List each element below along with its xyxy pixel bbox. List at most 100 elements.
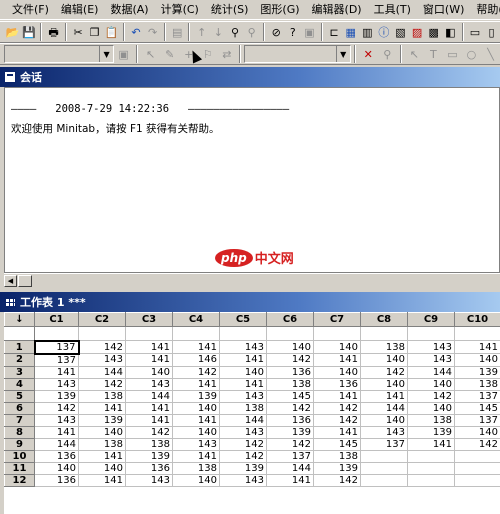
- data-cell[interactable]: 137: [266, 449, 314, 463]
- move-down-icon[interactable]: ↓: [211, 23, 226, 41]
- menu-item-5[interactable]: 图形(G): [254, 0, 305, 20]
- row-header[interactable]: 8: [4, 425, 35, 439]
- cancel-icon[interactable]: ⊘: [269, 23, 284, 41]
- data-cell[interactable]: 142: [34, 401, 79, 415]
- column-header[interactable]: C5: [219, 312, 267, 327]
- data-cell[interactable]: 142: [172, 365, 220, 379]
- menu-item-2[interactable]: 数据(A): [104, 0, 154, 20]
- data-cell[interactable]: 141: [125, 353, 173, 367]
- column-name-cell[interactable]: [266, 326, 314, 341]
- properties-icon[interactable]: ▣: [115, 45, 132, 63]
- column-name-cell[interactable]: [407, 326, 455, 341]
- help-icon[interactable]: ?: [286, 23, 301, 41]
- data-cell[interactable]: 142: [313, 473, 361, 487]
- data-cell[interactable]: [454, 449, 500, 463]
- data-cell[interactable]: 143: [219, 340, 267, 354]
- data-cell[interactable]: 141: [454, 340, 500, 354]
- column-header[interactable]: C4: [172, 312, 220, 327]
- cube-icon[interactable]: ▣: [302, 23, 317, 41]
- corner-cell[interactable]: ↓: [4, 312, 35, 327]
- menu-item-0[interactable]: 文件(F): [8, 0, 55, 20]
- data-cell[interactable]: 141: [78, 449, 126, 463]
- row-header[interactable]: 12: [4, 473, 35, 487]
- data-cell[interactable]: 140: [360, 377, 408, 391]
- scroll-left-icon[interactable]: ◀: [4, 275, 17, 287]
- data-cell[interactable]: 136: [34, 449, 79, 463]
- column-header[interactable]: C9: [407, 312, 455, 327]
- row-header[interactable]: [4, 326, 35, 341]
- data-cell[interactable]: 139: [266, 425, 314, 439]
- column-name-cell[interactable]: [125, 326, 173, 341]
- data-cell[interactable]: 142: [454, 437, 500, 451]
- data-cell[interactable]: 137: [34, 353, 79, 367]
- menu-item-6[interactable]: 编辑器(D): [306, 0, 368, 20]
- data-cell[interactable]: [454, 461, 500, 475]
- data-cell[interactable]: 140: [172, 473, 220, 487]
- new-worksheet-icon[interactable]: ▭: [468, 23, 483, 41]
- data-cell[interactable]: 137: [33, 339, 80, 355]
- column-name-cell[interactable]: [313, 326, 361, 341]
- data-cell[interactable]: 139: [454, 365, 500, 379]
- data-cell[interactable]: 140: [407, 377, 455, 391]
- data-cell[interactable]: [407, 473, 455, 487]
- edit-last-dialog-icon[interactable]: ▤: [170, 23, 185, 41]
- data-cell[interactable]: [454, 473, 500, 487]
- data-cell[interactable]: 142: [266, 401, 314, 415]
- report-pad-icon[interactable]: ▨: [410, 23, 425, 41]
- data-cell[interactable]: 139: [172, 389, 220, 403]
- row-header[interactable]: 11: [4, 461, 35, 475]
- copy-icon[interactable]: ❐: [87, 23, 102, 41]
- swap-icon[interactable]: ⇄: [218, 45, 235, 63]
- data-cell[interactable]: 137: [454, 413, 500, 427]
- data-cell[interactable]: 140: [78, 461, 126, 475]
- data-cell[interactable]: 143: [407, 353, 455, 367]
- data-cell[interactable]: 140: [407, 401, 455, 415]
- history-icon[interactable]: ▧: [393, 23, 408, 41]
- select-arrow-icon[interactable]: ↖: [406, 45, 423, 63]
- column-header[interactable]: C1: [34, 312, 79, 327]
- data-cell[interactable]: 138: [360, 340, 408, 354]
- data-cell[interactable]: 138: [313, 449, 361, 463]
- data-cell[interactable]: 142: [219, 449, 267, 463]
- menu-item-8[interactable]: 窗口(W): [417, 0, 470, 20]
- pointer-icon[interactable]: ↖: [142, 45, 159, 63]
- data-cell[interactable]: 142: [219, 437, 267, 451]
- data-cell[interactable]: 141: [219, 353, 267, 367]
- scroll-thumb[interactable]: [18, 275, 32, 287]
- delete-icon[interactable]: ✕: [360, 45, 377, 63]
- pencil-icon[interactable]: ✎: [161, 45, 178, 63]
- data-cell[interactable]: 137: [360, 437, 408, 451]
- column-header[interactable]: C2: [78, 312, 126, 327]
- data-cell[interactable]: 140: [454, 353, 500, 367]
- data-cell[interactable]: 141: [172, 377, 220, 391]
- data-cell[interactable]: 140: [266, 340, 314, 354]
- print-icon[interactable]: 🖶: [46, 23, 61, 41]
- data-cell[interactable]: 138: [407, 413, 455, 427]
- redo-icon[interactable]: ↷: [145, 23, 160, 41]
- line-icon[interactable]: ╲: [482, 45, 499, 63]
- data-cell[interactable]: 144: [407, 365, 455, 379]
- session-window-title[interactable]: 会话: [0, 67, 500, 87]
- data-cell[interactable]: 139: [125, 449, 173, 463]
- worksheet-grid[interactable]: ↓ C1 C2 C3 C4 C5 C6 C7 C8 C9 C10 1 137 142 141 141 143 14…: [4, 312, 500, 514]
- style-combo[interactable]: ▼: [244, 45, 351, 63]
- save-icon[interactable]: 💾: [22, 23, 37, 41]
- rectangle-icon[interactable]: ▭: [444, 45, 461, 63]
- data-cell[interactable]: 136: [313, 377, 361, 391]
- data-cell[interactable]: 141: [172, 449, 220, 463]
- data-cell[interactable]: 142: [266, 437, 314, 451]
- data-cell[interactable]: 141: [125, 340, 173, 354]
- undo-icon[interactable]: ↶: [129, 23, 144, 41]
- data-cell[interactable]: 138: [78, 389, 126, 403]
- column-name-cell[interactable]: [454, 326, 500, 341]
- row-header[interactable]: 7: [4, 413, 35, 427]
- data-cell[interactable]: 145: [313, 437, 361, 451]
- data-cell[interactable]: [360, 449, 408, 463]
- data-cell[interactable]: 140: [219, 365, 267, 379]
- data-cell[interactable]: 141: [407, 437, 455, 451]
- flag-icon[interactable]: ⚐: [199, 45, 216, 63]
- menu-item-3[interactable]: 计算(C): [155, 0, 205, 20]
- data-cell[interactable]: 141: [172, 340, 220, 354]
- project-manager-icon[interactable]: ◧: [443, 23, 458, 41]
- data-cell[interactable]: 144: [34, 437, 79, 451]
